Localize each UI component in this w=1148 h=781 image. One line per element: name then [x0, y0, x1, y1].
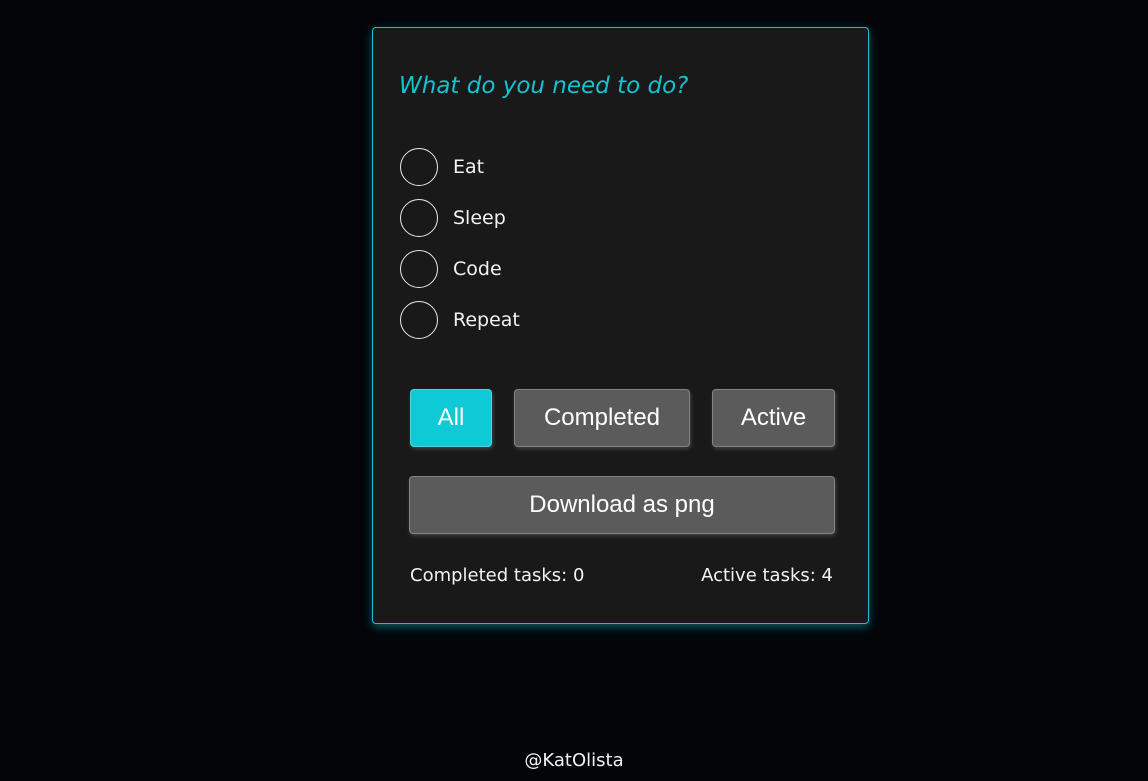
task-label: Repeat [453, 308, 520, 331]
task-list: Eat Sleep Code Repeat [400, 147, 520, 351]
filter-all-button[interactable]: All [410, 389, 492, 447]
filter-bar: All Completed Active [410, 389, 835, 447]
task-item-repeat[interactable]: Repeat [400, 300, 520, 339]
active-count: Active tasks: 4 [701, 565, 833, 586]
task-label: Code [453, 257, 502, 280]
task-item-code[interactable]: Code [400, 249, 520, 288]
task-checkbox[interactable] [400, 198, 438, 237]
filter-active-button[interactable]: Active [712, 389, 835, 447]
download-png-button[interactable]: Download as png [409, 476, 835, 534]
task-checkbox[interactable] [400, 300, 438, 339]
completed-count: Completed tasks: 0 [410, 565, 585, 586]
task-checkbox[interactable] [400, 249, 438, 288]
task-stats: Completed tasks: 0 Active tasks: 4 [410, 565, 833, 589]
filter-completed-button[interactable]: Completed [514, 389, 690, 447]
task-label: Eat [453, 155, 485, 178]
task-checkbox[interactable] [400, 147, 438, 186]
task-label: Sleep [453, 206, 506, 229]
footer-credit: @KatOlista [524, 750, 624, 771]
task-item-eat[interactable]: Eat [400, 147, 520, 186]
new-task-input[interactable] [399, 66, 839, 106]
task-item-sleep[interactable]: Sleep [400, 198, 520, 237]
todo-card: Eat Sleep Code Repeat All Completed Acti… [372, 27, 869, 624]
